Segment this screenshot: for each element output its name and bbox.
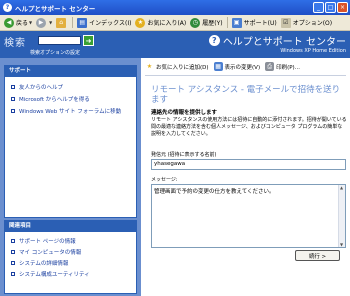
title-bar: ? ヘルプとサポート センター _ □ ×: [0, 0, 350, 15]
printer-icon: ⎙: [265, 62, 275, 71]
change-view-button[interactable]: ▦ 表示の変更(V): [213, 62, 261, 71]
support-panel: サポート 友人からのヘルプ Microsoft からヘルプを得る Windows…: [4, 65, 137, 218]
back-label: 戻る: [16, 20, 29, 27]
options-checklist-icon: ☑: [280, 17, 291, 28]
support-computer-icon: ▣: [231, 17, 242, 28]
window-title: ヘルプとサポート センター: [15, 4, 96, 13]
app-title-text: ヘルプとサポート センター: [222, 37, 346, 48]
sidebar-item-label: システム構成ユーティリティ: [19, 271, 90, 278]
search-label: 検索: [4, 38, 26, 49]
index-button[interactable]: ▤ インデックス(I): [75, 16, 133, 30]
view-icon: ▦: [213, 62, 223, 71]
main-content: ★ お気に入りに追加(D) ▦ 表示の変更(V) ⎙ 印刷(P)... リモート…: [141, 58, 350, 296]
bullet-icon: [11, 271, 15, 276]
toolbar: ◀ 戻る ▼ ▶ ▼ ⌂ ▤ インデックス(I) ★ お気に入り(A) ◷ 履歴…: [0, 15, 350, 31]
maximize-button[interactable]: □: [325, 2, 336, 13]
section-title: 連絡先の情報を提供します: [151, 110, 218, 116]
next-button[interactable]: 続行 >: [295, 250, 340, 261]
print-label: 印刷(P)...: [276, 64, 300, 71]
favorites-button[interactable]: ★ お気に入り(A): [133, 16, 188, 30]
from-name-field[interactable]: yhasegawa: [151, 159, 346, 170]
page-title: リモート アシスタンス - 電子メールで招待を送ります: [151, 85, 341, 105]
message-label: メッセージ:: [151, 177, 178, 183]
bullet-icon: [11, 238, 15, 243]
related-panel-heading: 関連項目: [5, 221, 136, 232]
sidebar-item-system-details[interactable]: システムの詳細情報: [5, 257, 136, 268]
bullet-icon: [11, 109, 15, 113]
sidebar-item-web-forum[interactable]: Windows Web サイト フォーラムに移動: [5, 105, 136, 117]
sidebar-item-label: Windows Web サイト フォーラムに移動: [19, 109, 122, 115]
sidebar-item-support-page-info[interactable]: サポート ページの情報: [5, 235, 136, 246]
support-panel-heading: サポート: [5, 66, 136, 77]
history-button[interactable]: ◷ 履歴(Y): [188, 16, 224, 30]
close-button[interactable]: ×: [337, 2, 348, 13]
bullet-icon: [11, 97, 15, 101]
description-text: リモート アシスタンスの使用方法には招待に自動的に添付されます。招待が開いている…: [151, 117, 347, 137]
add-favorites-button[interactable]: ★ お気に入りに追加(D): [145, 62, 209, 71]
sidebar-item-system-config[interactable]: システム構成ユーティリティ: [5, 268, 136, 279]
sidebar-item-label: サポート ページの情報: [19, 238, 76, 245]
star-plus-icon: ★: [146, 63, 153, 70]
favorites-label: お気に入り(A): [147, 20, 187, 27]
minimize-button[interactable]: _: [313, 2, 324, 13]
search-go-button[interactable]: ➜: [83, 35, 94, 46]
bullet-icon: [11, 249, 15, 254]
support-button[interactable]: ▣ サポート(U): [230, 16, 279, 30]
forward-arrow-icon: ▶: [36, 17, 47, 28]
dropdown-arrow-icon: ▼: [29, 20, 33, 25]
header: 検索 ➜ 検索オプションの設定 ? ヘルプとサポート センター Windows …: [0, 31, 350, 58]
window-controls: _ □ ×: [313, 2, 350, 13]
edition-label: Windows XP Home Edition: [280, 48, 346, 54]
dropdown-arrow-icon: ▼: [49, 20, 53, 25]
toolbar-separator: [72, 17, 74, 28]
message-text: 管理画面で予約の変更の仕方を教えてください。: [154, 189, 275, 195]
sidebar-item-label: 友人からのヘルプ: [19, 85, 64, 91]
help-question-icon: ?: [208, 35, 220, 46]
sidebar-item-microsoft-help[interactable]: Microsoft からヘルプを得る: [5, 93, 136, 105]
change-view-label: 表示の変更(V): [224, 64, 261, 71]
sidebar-item-label: マイ コンピュータの情報: [19, 249, 82, 256]
add-favorites-label: お気に入りに追加(D): [156, 64, 209, 71]
search-options-link[interactable]: 検索オプションの設定: [30, 49, 80, 56]
sidebar: サポート 友人からのヘルプ Microsoft からヘルプを得る Windows…: [0, 58, 141, 296]
options-label: オプション(O): [292, 20, 333, 27]
action-bar: ★ お気に入りに追加(D) ▦ 表示の変更(V) ⎙ 印刷(P)...: [145, 62, 300, 71]
forward-button[interactable]: ▶ ▼: [34, 16, 54, 30]
related-panel: 関連項目 サポート ページの情報 マイ コンピュータの情報 システムの詳細情報 …: [4, 220, 137, 294]
bullet-icon: [11, 85, 15, 89]
index-book-icon: ▤: [77, 17, 88, 28]
star-icon: ★: [135, 17, 146, 28]
history-clock-icon: ◷: [190, 17, 201, 28]
index-label: インデックス(I): [89, 20, 132, 27]
sidebar-item-friend-help[interactable]: 友人からのヘルプ: [5, 81, 136, 93]
sidebar-item-label: システムの詳細情報: [19, 260, 69, 267]
bullet-icon: [11, 260, 15, 265]
from-label: 発信元 (招待に表示する名前): [151, 152, 217, 158]
home-icon: ⌂: [56, 17, 67, 28]
divider: [145, 75, 346, 76]
help-center-icon: ?: [3, 3, 12, 12]
history-label: 履歴(Y): [202, 20, 223, 27]
message-scrollbar[interactable]: [338, 185, 345, 247]
home-button[interactable]: ⌂: [54, 16, 70, 30]
toolbar-separator: [226, 17, 228, 28]
sidebar-item-label: Microsoft からヘルプを得る: [19, 97, 90, 103]
options-button[interactable]: ☑ オプション(O): [279, 16, 334, 30]
print-button[interactable]: ⎙ 印刷(P)...: [265, 62, 300, 71]
support-label: サポート(U): [243, 20, 277, 27]
search-input[interactable]: [38, 36, 81, 45]
sidebar-item-my-computer-info[interactable]: マイ コンピュータの情報: [5, 246, 136, 257]
back-arrow-icon: ◀: [4, 17, 14, 28]
back-button[interactable]: ◀ 戻る ▼: [2, 16, 34, 30]
message-textarea[interactable]: 管理画面で予約の変更の仕方を教えてください。: [151, 184, 346, 248]
app-title: ? ヘルプとサポート センター: [208, 33, 346, 48]
